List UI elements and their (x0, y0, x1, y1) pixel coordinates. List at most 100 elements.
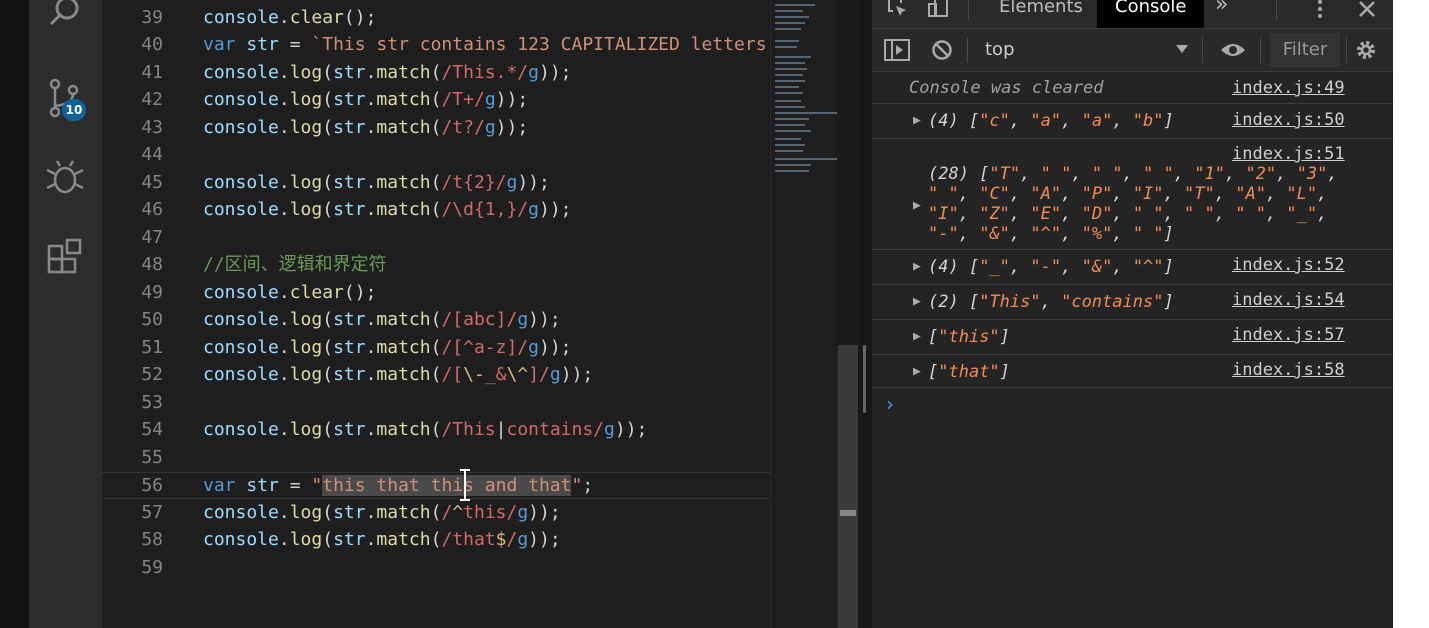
line-number: 59 (141, 557, 163, 578)
line-number: 52 (141, 364, 163, 385)
source-link[interactable]: index.js:54 (1232, 290, 1345, 310)
code-text: var str = "this that this and that"; (203, 475, 594, 496)
editor-scrollbar[interactable] (838, 0, 858, 628)
code-line[interactable]: 51 console.log(str.match(/[^a-z]/g)); (102, 334, 770, 361)
code-text: console.log(str.match(/T+/g)); (203, 89, 529, 110)
outside-area (1393, 0, 1429, 628)
console-message[interactable]: index.js:51 ▶ (28) ["T", " ", " ", " ", … (872, 139, 1393, 250)
activity-bar: 10 (29, 0, 102, 628)
devtools-panel: Elements Console » top Filter Console wa… (872, 0, 1393, 628)
filter-input[interactable]: Filter (1270, 33, 1340, 67)
dropdown-arrow-icon[interactable] (1175, 44, 1189, 54)
expand-triangle-icon[interactable]: ▶ (913, 294, 921, 309)
pane-splitter[interactable] (858, 0, 872, 628)
code-line[interactable]: 52 console.log(str.match(/[\-_&\^]/g)); (102, 361, 770, 388)
console-message[interactable]: ▶ (2) ["This", "contains"] index.js:54 (872, 285, 1393, 320)
expand-triangle-icon[interactable]: ▶ (913, 364, 921, 379)
live-expression-eye-icon[interactable] (1219, 40, 1247, 60)
source-link[interactable]: index.js:51 (1232, 144, 1345, 164)
source-link[interactable]: index.js:50 (1232, 110, 1345, 130)
device-toolbar-icon[interactable] (926, 0, 950, 20)
source-link[interactable]: index.js:58 (1232, 360, 1345, 380)
expand-triangle-icon[interactable]: ▶ (913, 198, 921, 213)
code-line[interactable]: 47 (102, 224, 770, 251)
scrollbar-thumb[interactable] (838, 345, 858, 628)
source-link[interactable]: index.js:49 (1232, 78, 1345, 98)
line-number: 46 (141, 199, 163, 220)
clear-console-icon[interactable] (931, 39, 953, 61)
line-number: 56 (141, 475, 163, 496)
line-number: 40 (141, 34, 163, 55)
scm-badge: 10 (62, 99, 86, 121)
tab-console[interactable]: Console (1097, 0, 1205, 28)
message-text: (28) ["T", " ", " ", " ", "1", "2", "3",… (928, 164, 1338, 244)
code-line[interactable]: 43 console.log(str.match(/t?/g)); (102, 114, 770, 141)
code-line[interactable]: 55 (102, 444, 770, 471)
code-text: var str = `This str contains 123 CAPITAL… (203, 34, 767, 55)
message-text: (4) ["_", "-", "&", "^"] (928, 257, 1174, 277)
line-number: 47 (141, 227, 163, 248)
message-text: (2) ["This", "contains"] (928, 292, 1174, 312)
console-prompt[interactable]: › (886, 392, 894, 416)
minimap[interactable] (770, 0, 839, 628)
message-text: ["this"] (928, 327, 1010, 347)
code-line[interactable]: 45 console.log(str.match(/t{2}/g)); (102, 169, 770, 196)
code-line[interactable]: 42 console.log(str.match(/T+/g)); (102, 86, 770, 113)
code-line[interactable]: 46 console.log(str.match(/\d{1,}/g)); (102, 196, 770, 223)
code-line-current[interactable]: 56 var str = "this that this and that"; (102, 472, 770, 499)
code-line[interactable]: 57 console.log(str.match(/^this/g)); (102, 499, 770, 526)
code-line[interactable]: 40 var str = `This str contains 123 CAPIT… (102, 31, 770, 58)
code-line[interactable]: 39 console.clear(); (102, 4, 770, 31)
console-toolbar: top Filter (872, 29, 1393, 72)
code-line[interactable]: 59 (102, 554, 770, 581)
console-message[interactable]: ▶ (4) ["_", "-", "&", "^"] index.js:52 (872, 250, 1393, 285)
line-number: 41 (141, 62, 163, 83)
code-line[interactable]: 48 //区间、逻辑和界定符 (102, 251, 770, 278)
code-text: console.log(str.match(/[\-_&\^]/g)); (203, 364, 594, 385)
code-text: console.log(str.match(/t?/g)); (203, 117, 529, 138)
console-message[interactable]: ▶ (4) ["c", "a", "a", "b"] index.js:50 (872, 104, 1393, 139)
code-text: console.log(str.match(/t{2}/g)); (203, 172, 550, 193)
expand-triangle-icon[interactable]: ▶ (913, 329, 921, 344)
text-cursor-icon (460, 469, 470, 501)
code-line[interactable]: 44 (102, 141, 770, 168)
message-text: Console was cleared (909, 78, 1104, 98)
line-number: 42 (141, 89, 163, 110)
code-line[interactable]: 49 console.clear(); (102, 279, 770, 306)
kebab-menu-icon[interactable] (1312, 0, 1328, 22)
code-line[interactable]: 41 console.log(str.match(/This.*/g)); (102, 59, 770, 86)
console-message[interactable]: ▶ ["this"] index.js:57 (872, 320, 1393, 355)
context-selector[interactable]: top (985, 39, 1015, 60)
expand-triangle-icon[interactable]: ▶ (913, 259, 921, 274)
inspect-element-icon[interactable] (886, 0, 910, 20)
code-line[interactable]: 54 console.log(str.match(/This|contains/g… (102, 416, 770, 443)
message-text: ["that"] (928, 362, 1010, 382)
code-line[interactable]: 50 console.log(str.match(/[abc]/g)); (102, 306, 770, 333)
message-text: (4) ["c", "a", "a", "b"] (928, 111, 1174, 131)
code-line[interactable]: 53 (102, 389, 770, 416)
line-number: 50 (141, 309, 163, 330)
extensions-icon[interactable] (43, 235, 87, 279)
scrollbar-position-marker (840, 510, 856, 516)
code-text: console.log(str.match(/\d{1,}/g)); (203, 199, 572, 220)
line-number: 39 (141, 7, 163, 28)
tab-elements[interactable]: Elements (999, 0, 1083, 26)
code-comment: //区间、逻辑和界定符 (203, 254, 387, 275)
source-link[interactable]: index.js:57 (1232, 325, 1345, 345)
line-number: 49 (141, 282, 163, 303)
console-message[interactable]: ▶ ["that"] index.js:58 (872, 355, 1393, 388)
settings-gear-icon[interactable] (1354, 38, 1378, 62)
show-sidebar-icon[interactable] (884, 39, 910, 61)
code-editor[interactable]: 39 console.clear(); 40 var str = `This str… (102, 0, 770, 628)
splitter-handle[interactable] (863, 345, 866, 413)
code-text: console.log(str.match(/This.*/g)); (203, 62, 572, 83)
search-icon[interactable] (43, 0, 87, 36)
close-icon[interactable] (1356, 0, 1378, 20)
line-number: 57 (141, 502, 163, 523)
code-text: console.log(str.match(/This|contains/g))… (203, 419, 648, 440)
more-tabs-button[interactable]: » (1215, 0, 1228, 24)
source-link[interactable]: index.js:52 (1232, 255, 1345, 275)
expand-triangle-icon[interactable]: ▶ (913, 113, 921, 128)
debug-icon[interactable] (43, 156, 87, 200)
code-line[interactable]: 58 console.log(str.match(/that$/g)); (102, 526, 770, 553)
